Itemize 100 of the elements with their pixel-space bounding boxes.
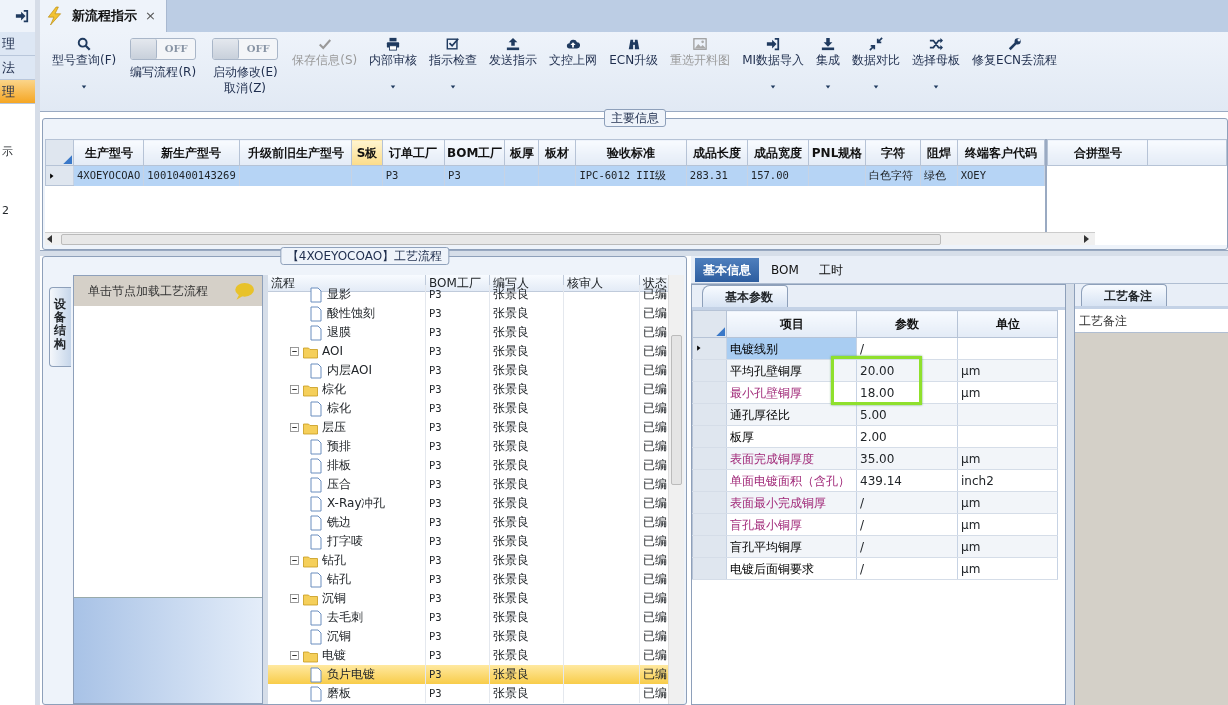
splitter-handle[interactable]: [263, 275, 268, 704]
collapse-icon[interactable]: [290, 347, 299, 356]
document-icon: [308, 495, 324, 512]
toolbar-button[interactable]: 集成: [810, 34, 847, 96]
toolbar-button[interactable]: ECN升级: [603, 34, 665, 70]
column-header[interactable]: 板材: [538, 139, 576, 166]
document-icon: [308, 476, 324, 493]
toolbar-button[interactable]: MI数据导入: [736, 34, 811, 96]
column-header[interactable]: 板厚: [504, 139, 539, 166]
table-cell: 表面完成铜厚度: [730, 451, 814, 466]
arrow-right-icon[interactable]: [1081, 234, 1091, 244]
column-header[interactable]: 终端客户代码: [957, 139, 1045, 166]
table-cell: 已编: [643, 667, 667, 681]
table-cell: 5.00: [860, 407, 887, 422]
horizontal-scrollbar[interactable]: [45, 232, 1095, 245]
column-header[interactable]: 合拼型号: [1047, 139, 1148, 166]
node-label: 压合: [327, 476, 351, 493]
tab[interactable]: 工时: [810, 257, 851, 282]
corner-icon: [715, 326, 725, 336]
column-header[interactable]: BOM工厂: [444, 139, 505, 166]
vertical-scrollbar[interactable]: [668, 275, 684, 704]
node-label: 磨板: [327, 685, 351, 702]
column-header[interactable]: 验收标准: [575, 139, 687, 166]
sidebar-item[interactable]: 法: [0, 56, 35, 80]
column-header[interactable]: 成品宽度: [747, 139, 809, 166]
column-header[interactable]: 成品长度: [686, 139, 748, 166]
node-label: 棕化: [322, 381, 346, 398]
collapse-icon[interactable]: [290, 556, 299, 565]
collapse-icon[interactable]: [290, 594, 299, 603]
tab[interactable]: 工艺备注: [1081, 284, 1167, 306]
tab[interactable]: 基本参数: [702, 285, 788, 307]
column-header[interactable]: 项目: [726, 310, 857, 338]
side-tab[interactable]: 设备结构: [49, 287, 71, 367]
column-header[interactable]: S板: [351, 139, 383, 166]
sidebar-item[interactable]: 理: [0, 32, 35, 56]
table-cell: 已编: [643, 572, 667, 586]
document-icon: [308, 305, 324, 322]
table-cell: μm: [961, 539, 981, 554]
table-cell: 最小孔壁铜厚: [730, 385, 802, 400]
table-cell: 绿色: [923, 168, 946, 181]
table-cell: 已编: [643, 401, 667, 415]
table-cell: 已编: [643, 363, 667, 377]
close-button[interactable]: ×: [145, 6, 156, 26]
arrow-left-icon[interactable]: [45, 234, 55, 244]
column-header[interactable]: 字符: [865, 139, 921, 166]
toolbar-button[interactable]: 选择母板: [906, 34, 967, 96]
sidebar-item[interactable]: 理: [0, 80, 35, 104]
node-label: 棕化: [327, 400, 351, 417]
column-header[interactable]: 新生产型号: [143, 139, 240, 166]
column-header[interactable]: PNL规格: [808, 139, 866, 166]
table-cell: 439.14: [860, 473, 902, 488]
toolbar-button[interactable]: 内部审核: [363, 34, 424, 96]
column-header[interactable]: 参数: [856, 310, 958, 338]
table-cell: μm: [961, 363, 981, 378]
table-cell: 已编: [643, 325, 667, 339]
column-header[interactable]: 阻焊: [920, 139, 958, 166]
column-header[interactable]: 订单工厂: [382, 139, 445, 166]
toolbar-button[interactable]: 文控上网: [543, 34, 604, 70]
toolbar-button[interactable]: 型号查询(F): [46, 34, 123, 96]
table-cell: 已编: [643, 458, 667, 472]
column-header[interactable]: 核审人: [564, 275, 640, 292]
node-label: 排板: [327, 457, 351, 474]
document-icon: [308, 324, 324, 341]
table-cell: 表面最小完成铜厚: [730, 495, 826, 510]
table-cell: 张景良: [493, 591, 529, 605]
toolbar-button[interactable]: 数据对比: [846, 34, 907, 96]
node-label: 预排: [327, 438, 351, 455]
table-cell: 157.00: [750, 168, 789, 181]
table-cell: P3: [429, 459, 442, 471]
toolbar-button[interactable]: 发送指示: [483, 34, 544, 70]
column-header[interactable]: 单位: [957, 310, 1058, 338]
tree-row[interactable]: 负片电镀 P3 张景良 已编: [268, 665, 668, 684]
collapse-icon[interactable]: [290, 651, 299, 660]
sign-in-icon[interactable]: [15, 9, 29, 23]
checkbox-icon: [446, 37, 461, 51]
toggle-label: 取消(Z): [224, 80, 267, 96]
table-cell: /: [860, 539, 865, 554]
printer-icon: [386, 37, 401, 51]
table-cell: 张景良: [493, 686, 529, 700]
document-icon: [308, 666, 324, 683]
table-cell: P3: [429, 649, 442, 661]
tab[interactable]: 基本信息: [695, 257, 759, 282]
document-icon: [308, 286, 324, 303]
node-label: 钻孔: [322, 552, 346, 569]
splitter-handle[interactable]: [1066, 284, 1074, 705]
table-cell: 张景良: [493, 382, 529, 396]
collapse-icon[interactable]: [290, 423, 299, 432]
column-header[interactable]: 升级前旧生产型号: [239, 139, 352, 166]
toolbar-button[interactable]: 指示检查: [423, 34, 484, 96]
table-cell: P3: [448, 168, 461, 181]
table-cell: P3: [429, 630, 442, 642]
table-cell: P3: [429, 364, 442, 376]
collapse-icon[interactable]: [290, 385, 299, 394]
tab[interactable]: BOM: [763, 257, 807, 282]
table-cell: 18.00: [860, 385, 895, 400]
document-tab[interactable]: 新流程指示 ×: [40, 0, 167, 32]
document-icon: [308, 533, 324, 550]
table-cell: 已编: [643, 534, 667, 548]
toolbar-button[interactable]: 修复ECN丢流程: [966, 34, 1064, 70]
column-header[interactable]: 生产型号: [73, 139, 144, 166]
